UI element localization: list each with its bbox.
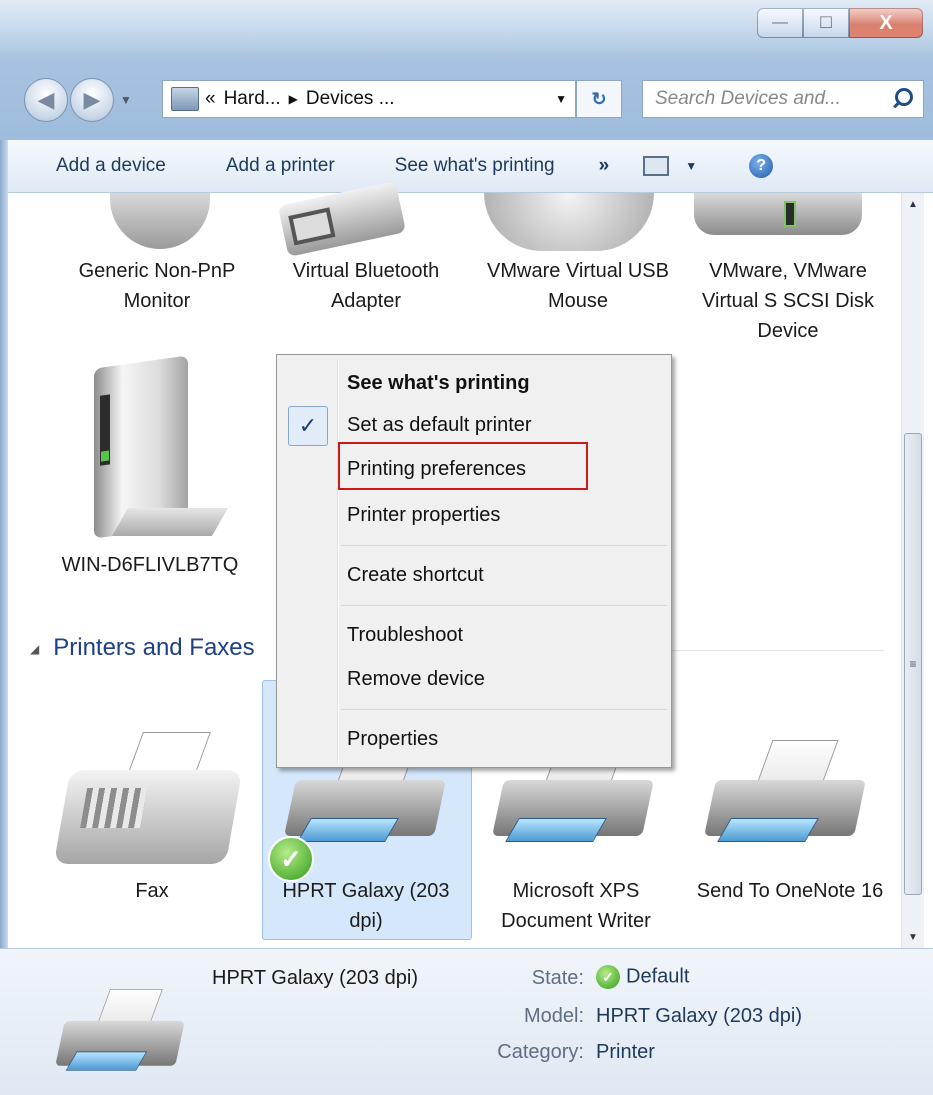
add-printer-button[interactable]: Add a printer [226,155,335,177]
back-button[interactable]: ◀ [24,78,68,122]
computer-stand [111,508,229,536]
default-state-check-icon: ✓ [596,965,620,989]
navigation-buttons: ◀ ▶ ▼ [24,78,132,122]
maximize-button[interactable]: ☐ [803,8,849,38]
details-device-name: HPRT Galaxy (203 dpi) [212,967,419,989]
context-menu: See what's printing Set as default print… [276,354,672,768]
command-bar: Add a device Add a printer See what's pr… [0,140,933,193]
scroll-grip-icon: ≡ [909,657,917,671]
more-commands-button[interactable]: » [599,155,610,177]
menu-gutter-highlight [338,359,339,763]
caption-buttons: — ☐ X [757,8,923,38]
group-title: Printers and Faxes [53,634,255,661]
printer-tray-shape [505,818,607,842]
printer-tray-shape [717,818,819,842]
title-bar: — ☐ X ◀ ▶ ▼ « Hard... ▶ Devices ... ▼ ↻ … [0,0,933,140]
monitor-icon[interactable] [110,193,210,249]
printer-label-hprt[interactable]: HPRT Galaxy (203 dpi) [266,876,466,936]
address-dropdown-icon[interactable]: ▼ [555,92,567,106]
printer-label-xps[interactable]: Microsoft XPS Document Writer [476,876,676,936]
menu-separator [341,605,667,606]
menu-item-create-shortcut[interactable]: Create shortcut [347,555,484,595]
details-model-value: HPRT Galaxy (203 dpi) [596,1005,803,1027]
printer-label-onenote[interactable]: Send To OneNote 16 [690,876,890,906]
fax-icon[interactable] [53,770,243,864]
annotation-highlight-box [338,442,588,490]
collapse-triangle-icon[interactable]: ◢ [30,642,39,656]
device-label-bluetooth[interactable]: Virtual Bluetooth Adapter [266,256,466,316]
menu-item-printer-properties[interactable]: Printer properties [347,495,500,535]
menu-separator [341,709,667,710]
address-overflow-chevron[interactable]: « [205,88,216,110]
printer-tray-shape [65,1051,148,1071]
breadcrumb-devices[interactable]: Devices ... [306,88,395,110]
refresh-icon: ↻ [591,88,607,109]
details-category-label: Category: [497,1041,584,1063]
menu-item-see-whats-printing[interactable]: See what's printing [347,363,530,403]
mouse-icon[interactable] [484,193,654,251]
details-model-label: Model: [523,1005,584,1027]
search-icon[interactable] [893,88,915,110]
scroll-up-arrow-icon[interactable]: ▲ [902,193,924,215]
menu-item-properties[interactable]: Properties [347,719,438,759]
details-pane: HPRT Galaxy (203 dpi) State: ✓ Default Mo… [0,948,933,1095]
back-arrow-icon: ◀ [37,87,55,112]
forward-button[interactable]: ▶ [70,78,114,122]
device-label-disk[interactable]: VMware, VMware Virtual S SCSI Disk Devic… [688,256,888,346]
menu-item-remove-device[interactable]: Remove device [347,659,485,699]
device-label-monitor[interactable]: Generic Non-PnP Monitor [52,256,262,316]
device-label-mouse[interactable]: VMware Virtual USB Mouse [478,256,678,316]
help-icon[interactable]: ? [749,154,774,178]
menu-separator [341,545,667,546]
scroll-down-arrow-icon[interactable]: ▼ [902,926,924,948]
printer-icon-onenote[interactable] [704,740,866,842]
minimize-button[interactable]: — [757,8,803,38]
breadcrumb-hardware[interactable]: Hard... [224,88,281,110]
menu-item-troubleshoot[interactable]: Troubleshoot [347,615,463,655]
refresh-button[interactable]: ↻ [576,80,622,118]
default-checkmark-icon: ✓ [288,406,328,446]
disk-device-icon[interactable] [694,193,862,235]
menu-item-set-default-printer[interactable]: Set as default printer [347,405,532,445]
device-label-computer[interactable]: WIN-D6FLIVLB7TQ [50,550,250,580]
address-bar[interactable]: « Hard... ▶ Devices ... ▼ [162,80,576,118]
printer-label-fax[interactable]: Fax [52,876,252,906]
details-state-text: Default [626,965,690,988]
change-view-icon[interactable] [643,156,670,176]
close-button[interactable]: X [849,8,923,38]
window-frame-left [0,140,8,948]
vertical-scrollbar[interactable]: ▲ ≡ ▼ [901,193,924,948]
printers-group-header[interactable]: ◢ Printers and Faxes [30,634,255,662]
forward-arrow-icon: ▶ [83,87,101,112]
search-box[interactable]: Search Devices and... [642,80,924,118]
search-input[interactable]: Search Devices and... [643,88,893,110]
details-state-value: ✓ Default [596,965,689,989]
recent-pages-dropdown[interactable]: ▼ [120,93,132,107]
see-whats-printing-button[interactable]: See what's printing [395,155,555,177]
details-printer-icon [55,989,185,1071]
details-category-value: Printer [596,1041,655,1063]
add-device-button[interactable]: Add a device [56,155,166,177]
devices-and-printers-window: — ☐ X ◀ ▶ ▼ « Hard... ▶ Devices ... ▼ ↻ … [0,0,933,1095]
scroll-thumb[interactable]: ≡ [904,433,922,895]
breadcrumb-separator-icon[interactable]: ▶ [289,92,298,106]
view-options-dropdown-icon[interactable]: ▼ [685,159,697,173]
printer-tray-shape [297,818,399,842]
control-panel-icon [171,87,199,111]
details-state-label: State: [531,967,584,989]
